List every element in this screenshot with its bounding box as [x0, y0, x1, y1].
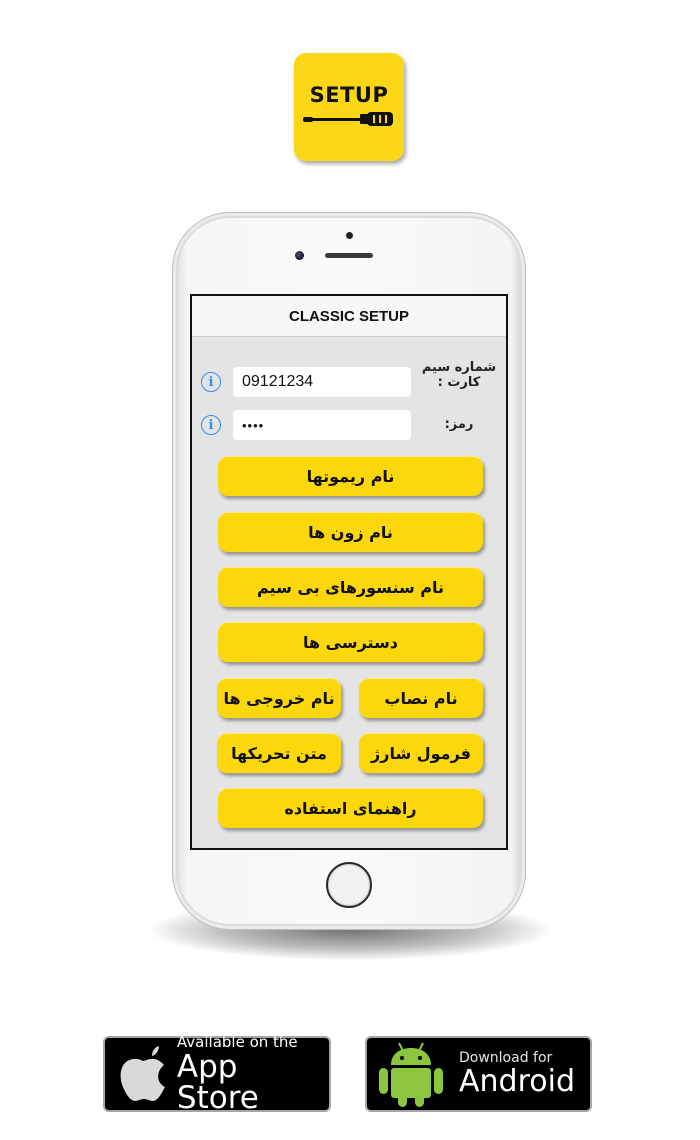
sim-number-row: i شماره سیم کارت :: [192, 360, 506, 399]
proximity-sensor-icon: [346, 232, 353, 239]
output-names-button[interactable]: نام خروجی ها: [217, 678, 341, 718]
home-button[interactable]: [326, 862, 372, 908]
access-button[interactable]: دسترسی ها: [218, 622, 483, 662]
sim-number-input[interactable]: [233, 367, 411, 397]
trigger-texts-button[interactable]: متن تحریکها: [217, 733, 341, 773]
sim-number-label: شماره سیم کارت :: [421, 360, 497, 390]
app-store-badge-text: Available on the App Store: [176, 1032, 329, 1116]
password-input[interactable]: [233, 410, 411, 440]
phone-screen: CLASSIC SETUP i شماره سیم کارت : i رمز: …: [190, 294, 508, 850]
remote-names-button[interactable]: نام ریموتها: [218, 456, 483, 496]
screen-title: CLASSIC SETUP: [288, 307, 409, 325]
app-icon: SETUP: [294, 53, 404, 161]
nav-bar: CLASSIC SETUP: [192, 296, 506, 337]
app-icon-label: SETUP: [309, 82, 389, 107]
front-camera-icon: [295, 251, 304, 260]
apple-icon: [120, 1046, 165, 1101]
user-guide-button[interactable]: راهنمای استفاده: [218, 788, 483, 828]
android-icon: [379, 1042, 443, 1107]
app-store-badge-small: Available on the: [176, 1032, 298, 1051]
wireless-sensor-names-button[interactable]: نام سنسورهای بی سیم: [218, 567, 483, 607]
android-badge-text: Download for Android: [459, 1051, 575, 1097]
zone-names-button[interactable]: نام زون ها: [218, 512, 483, 552]
screwdriver-icon: [303, 111, 393, 126]
password-label: رمز:: [444, 417, 474, 432]
app-store-badge-big: App Store: [176, 1048, 259, 1116]
charge-formula-button[interactable]: فرمول شارژ: [359, 733, 483, 773]
info-icon[interactable]: i: [201, 415, 221, 435]
android-badge[interactable]: Download for Android: [365, 1036, 592, 1112]
installer-name-button[interactable]: نام نصاب: [359, 678, 483, 718]
page: SETUP CLASSIC SETUP i شماره سیم کارت : i: [0, 0, 700, 1140]
android-badge-small: Download for: [459, 1050, 553, 1066]
info-icon[interactable]: i: [201, 372, 221, 392]
android-badge-big: Android: [459, 1064, 575, 1099]
earpiece-speaker-icon: [325, 253, 373, 258]
app-store-badge[interactable]: Available on the App Store: [103, 1032, 331, 1116]
password-row: i رمز:: [192, 409, 506, 443]
